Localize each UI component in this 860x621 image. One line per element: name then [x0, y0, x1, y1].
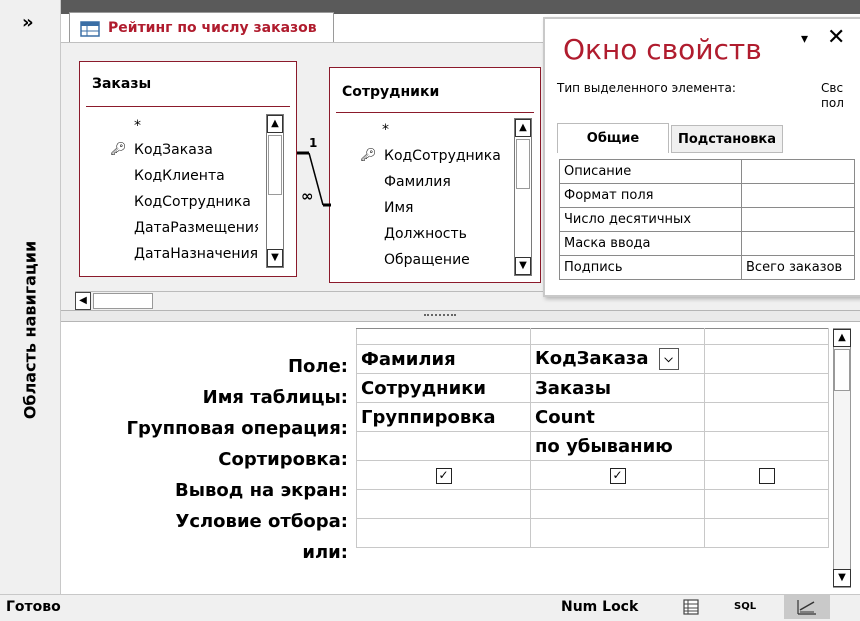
grid-cell-or[interactable] — [530, 518, 705, 548]
property-value[interactable] — [741, 231, 855, 256]
grid-cell-criteria[interactable] — [356, 489, 531, 519]
row-label-total: Групповая операция: — [126, 418, 348, 439]
grid-cell-sort[interactable] — [704, 431, 829, 461]
query-design-icon — [80, 20, 100, 37]
document-tab[interactable]: Рейтинг по числу заказов — [69, 12, 334, 42]
relationship-many-label: ∞ — [301, 187, 314, 205]
relationship-one-label: 1 — [309, 136, 317, 150]
sql-view-icon[interactable]: SQL — [734, 601, 756, 612]
scroll-thumb[interactable] — [834, 349, 850, 391]
grid-cell-sort[interactable]: по убыванию — [530, 431, 705, 461]
expand-nav-icon[interactable]: » — [22, 14, 34, 32]
field-item[interactable]: Имя — [384, 200, 413, 216]
scroll-up-icon[interactable]: ▲ — [515, 119, 531, 137]
scroll-thumb[interactable] — [516, 139, 530, 189]
table-divider — [336, 112, 534, 113]
field-item[interactable]: * — [382, 122, 389, 138]
property-value[interactable] — [741, 159, 855, 184]
show-checkbox[interactable]: ✓ — [435, 467, 452, 484]
grid-cell-table[interactable]: Сотрудники — [356, 373, 531, 403]
grid-cell-criteria[interactable] — [530, 489, 705, 519]
design-grid: Поле: Имя таблицы: Групповая операция: С… — [61, 322, 860, 594]
scroll-up-icon[interactable]: ▲ — [833, 329, 851, 347]
document-tab-label: Рейтинг по числу заказов — [108, 19, 317, 36]
property-value[interactable]: Всего заказов — [741, 255, 855, 280]
pane-splitter[interactable] — [61, 310, 860, 322]
scroll-thumb[interactable] — [93, 293, 153, 309]
table-scrollbar[interactable]: ▲ ▼ — [514, 118, 532, 276]
grid-cell-sort[interactable] — [356, 431, 531, 461]
scroll-left-icon[interactable]: ◀ — [75, 292, 91, 310]
property-name: Число десятичных — [559, 207, 742, 232]
property-name: Формат поля — [559, 183, 742, 208]
property-name: Подпись — [559, 255, 742, 280]
grid-cell-show: ✓ — [356, 460, 531, 490]
grid-cell-field[interactable]: КодЗаказа ⌵ — [530, 344, 705, 374]
design-view-icon[interactable] — [784, 595, 830, 619]
show-checkbox[interactable]: ✓ — [609, 467, 626, 484]
row-label-or: или: — [302, 542, 348, 563]
close-icon[interactable]: ✕ — [827, 25, 845, 50]
grid-cell-or[interactable] — [356, 518, 531, 548]
show-checkbox[interactable] — [758, 467, 775, 484]
datasheet-view-icon[interactable] — [680, 597, 702, 617]
property-sheet-title: Окно свойств — [563, 33, 762, 66]
grid-cell-show: ✓ — [530, 460, 705, 490]
property-name: Описание — [559, 159, 742, 184]
grid-cell-total[interactable] — [704, 402, 829, 432]
property-value[interactable] — [741, 183, 855, 208]
grid-cell-field[interactable] — [704, 344, 829, 374]
row-label-field: Поле: — [287, 356, 348, 377]
field-item[interactable]: Должность — [384, 226, 467, 242]
row-label-sort: Сортировка: — [218, 449, 348, 470]
selection-type-value: Свс пол — [821, 81, 844, 110]
column-selector[interactable] — [704, 328, 829, 345]
num-lock-indicator: Num Lock — [561, 599, 639, 615]
property-name: Маска ввода — [559, 231, 742, 256]
query-grid: Фамилия КодЗаказа ⌵ Сотрудники Заказы Гру… — [356, 328, 829, 548]
relationship-line[interactable]: 1 ∞ — [61, 43, 361, 283]
tab-lookup[interactable]: Подстановка — [671, 125, 783, 153]
splitter-grip-icon[interactable] — [424, 314, 456, 319]
row-label-criteria: Условие отбора: — [175, 511, 348, 532]
grid-cell-table[interactable] — [704, 373, 829, 403]
property-grid: Описание Формат поля Число десятичных Ма… — [559, 159, 855, 280]
row-label-table: Имя таблицы: — [202, 387, 348, 408]
field-item[interactable]: Обращение — [384, 252, 470, 268]
grid-cell-field[interactable]: Фамилия — [356, 344, 531, 374]
tab-general[interactable]: Общие — [557, 123, 669, 153]
row-label-show: Вывод на экран: — [175, 480, 348, 501]
grid-cell-total[interactable]: Группировка — [356, 402, 531, 432]
grid-cell-field-value: КодЗаказа — [535, 348, 649, 369]
grid-cell-table[interactable]: Заказы — [530, 373, 705, 403]
grid-vertical-scrollbar[interactable]: ▲ ▼ — [833, 328, 851, 588]
chevron-down-icon[interactable]: ⌵ — [658, 348, 679, 370]
status-text: Готово — [6, 599, 61, 615]
grid-cell-total[interactable]: Count — [530, 402, 705, 432]
selection-type-label: Тип выделенного элемента: — [557, 81, 736, 95]
navigation-pane-label[interactable]: Область навигации — [21, 241, 40, 419]
grid-cell-or[interactable] — [704, 518, 829, 548]
column-selector[interactable] — [530, 328, 705, 345]
status-bar: Готово Num Lock SQL — [0, 594, 860, 621]
field-item[interactable]: КодСотрудника — [384, 148, 501, 164]
grid-cell-criteria[interactable] — [704, 489, 829, 519]
field-item[interactable]: Фамилия — [384, 174, 451, 190]
chevron-down-icon[interactable]: ▾ — [801, 31, 808, 47]
column-selector[interactable] — [356, 328, 531, 345]
scroll-down-icon[interactable]: ▼ — [833, 569, 851, 587]
property-sheet: Окно свойств ▾ ✕ Тип выделенного элемент… — [543, 17, 860, 297]
grid-cell-show — [704, 460, 829, 490]
primary-key-icon: 🔑︎ — [360, 148, 377, 163]
navigation-pane: » Область навигации — [0, 0, 61, 594]
scroll-down-icon[interactable]: ▼ — [515, 257, 531, 275]
property-value[interactable] — [741, 207, 855, 232]
